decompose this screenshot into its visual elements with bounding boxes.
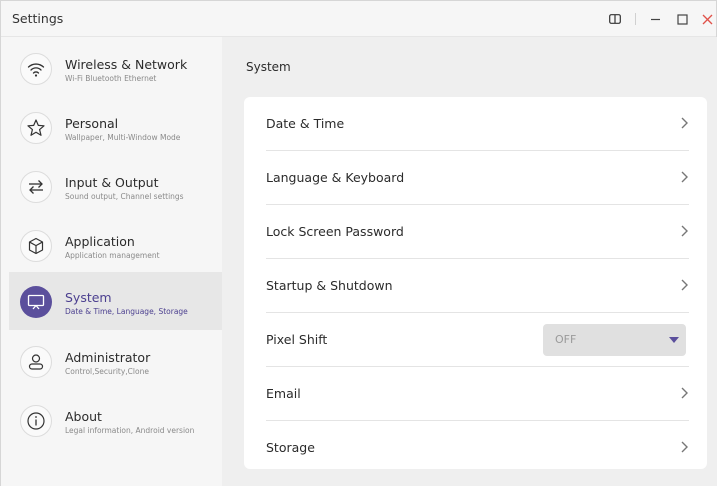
chevron-right-icon [681,117,688,129]
row-pixel-shift: Pixel Shift OFF [244,313,707,367]
close-button[interactable] [698,10,716,28]
section-title: System [246,60,291,74]
close-icon [702,14,712,24]
sidebar-item-subtitle: Wallpaper, Multi-Window Mode [65,133,181,142]
sidebar-item-title: About [65,409,102,424]
sidebar-item-title: Personal [65,116,119,131]
sidebar-item-system[interactable]: System Date & Time, Language, Storage [9,272,222,330]
dropdown-value: OFF [555,333,577,346]
title-bar: Settings [1,1,716,37]
row-label: Startup & Shutdown [266,278,393,293]
sidebar-item-subtitle: Control,Security,Clone [65,367,149,376]
sidebar: Wireless & Network Wi-Fi Bluetooth Ether… [1,37,222,486]
row-label: Date & Time [266,116,345,131]
maximize-icon [676,13,688,25]
sidebar-item-subtitle: Sound output, Channel settings [65,192,184,201]
row-label: Pixel Shift [266,332,328,347]
row-label: Language & Keyboard [266,170,405,185]
sidebar-item-input-output[interactable]: Input & Output Sound output, Channel set… [9,159,222,217]
chevron-right-icon [681,171,688,183]
info-icon [20,405,52,437]
row-label: Email [266,386,301,401]
sidebar-item-title: Wireless & Network [65,57,188,72]
chevron-right-icon [681,279,688,291]
monitor-icon [20,286,52,318]
row-lock-screen-password[interactable]: Lock Screen Password [244,205,707,259]
split-view-icon [609,14,621,24]
split-view-button[interactable] [606,10,624,28]
row-language-keyboard[interactable]: Language & Keyboard [244,151,707,205]
cube-icon [20,230,52,262]
title-bar-separator [635,13,636,25]
sidebar-item-subtitle: Application management [65,251,160,260]
row-date-time[interactable]: Date & Time [244,97,707,151]
row-email[interactable]: Email [244,367,707,421]
sidebar-item-title: Input & Output [65,175,159,190]
sidebar-item-about[interactable]: About Legal information, Android version [9,393,222,451]
sidebar-item-wireless-network[interactable]: Wireless & Network Wi-Fi Bluetooth Ether… [9,41,222,99]
sidebar-item-subtitle: Date & Time, Language, Storage [65,307,188,316]
sidebar-item-subtitle: Wi-Fi Bluetooth Ethernet [65,74,157,83]
person-icon [20,346,52,378]
sidebar-item-administrator[interactable]: Administrator Control,Security,Clone [9,334,222,392]
star-icon [20,112,52,144]
sidebar-item-title: Administrator [65,350,151,365]
settings-card: Date & Time Language & Keyboard Lock Scr… [244,97,707,469]
chevron-right-icon [681,387,688,399]
pixel-shift-dropdown[interactable]: OFF [543,324,686,356]
sidebar-item-personal[interactable]: Personal Wallpaper, Multi-Window Mode [9,100,222,158]
chevron-right-icon [681,441,688,453]
sidebar-item-title: Application [65,234,135,249]
maximize-button[interactable] [673,10,691,28]
minimize-button[interactable] [646,10,664,28]
settings-window: Settings Wireless & Network Wi-Fi Blueto… [0,0,717,486]
row-storage[interactable]: Storage [244,421,707,475]
row-label: Storage [266,440,315,455]
chevron-right-icon [681,225,688,237]
swap-arrows-icon [20,171,52,203]
main-panel: System Date & Time Language & Keyboard L… [222,37,717,486]
sidebar-item-title: System [65,290,112,305]
caret-down-icon [669,337,679,343]
sidebar-item-subtitle: Legal information, Android version [65,426,195,435]
app-title: Settings [12,11,64,26]
row-startup-shutdown[interactable]: Startup & Shutdown [244,259,707,313]
sidebar-item-application[interactable]: Application Application management [9,218,222,276]
wifi-icon [20,53,52,85]
row-label: Lock Screen Password [266,224,404,239]
minimize-icon [650,18,660,20]
